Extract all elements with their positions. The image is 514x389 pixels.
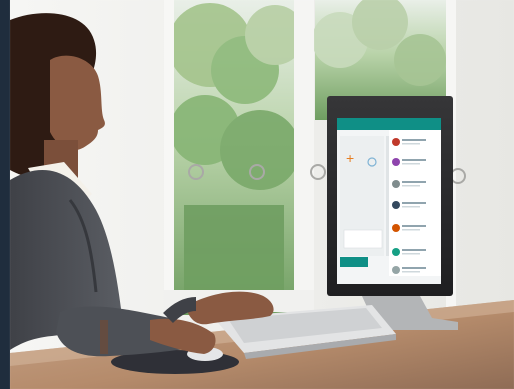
monitor: + xyxy=(327,96,458,330)
window-frame-left xyxy=(164,0,174,315)
office-photo: + xyxy=(0,0,514,389)
avatar xyxy=(392,158,400,166)
app-button xyxy=(340,257,368,267)
app-card xyxy=(343,229,383,249)
avatar xyxy=(392,201,400,209)
avatar xyxy=(392,180,400,188)
bracelet xyxy=(100,320,108,354)
avatar xyxy=(392,248,400,256)
avatar xyxy=(392,224,400,232)
plus-icon: + xyxy=(346,150,354,166)
avatar xyxy=(392,138,400,146)
photo-scene: + xyxy=(0,0,514,389)
window-frame-center xyxy=(294,0,314,315)
avatar xyxy=(392,266,400,274)
app-header-bar xyxy=(337,118,441,130)
